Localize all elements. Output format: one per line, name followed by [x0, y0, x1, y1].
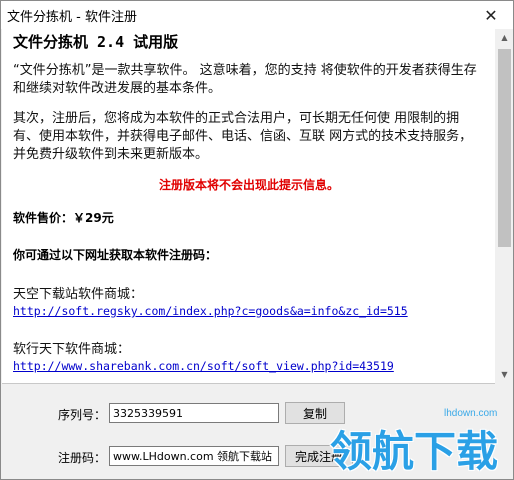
scroll-down-button[interactable]: ▼ — [496, 366, 513, 383]
link-sharebank[interactable]: http://www.sharebank.com.cn/soft/soft_vi… — [13, 359, 485, 373]
title-bar[interactable]: 文件分拣机 - 软件注册 ✕ — [1, 1, 513, 29]
registration-form: 序列号： 3325339591 复制 注册码： www.LHdown.com 领… — [1, 384, 513, 479]
serial-label: 序列号： — [58, 408, 107, 422]
product-heading: 文件分拣机 2.4 试用版 — [13, 33, 179, 51]
window-title: 文件分拣机 - 软件注册 — [7, 10, 137, 25]
info-content: 文件分拣机 2.4 试用版 “文件分拣机”是一款共享软件。 这意味着，您的支持 … — [2, 29, 495, 384]
arrow-down-icon: ▼ — [501, 370, 508, 379]
registration-notice: 注册版本将不会出现此提示信息。 — [158, 178, 339, 192]
close-icon: ✕ — [484, 5, 498, 25]
serial-number-field[interactable]: 3325339591 — [109, 403, 279, 423]
site-label-sharebank: 软行天下软件商城： — [13, 342, 131, 357]
copy-button[interactable]: 复制 — [285, 402, 345, 424]
close-button[interactable]: ✕ — [469, 1, 513, 29]
scrollbar-thumb[interactable] — [498, 49, 511, 247]
registration-code-field[interactable]: www.LHdown.com 领航下载站 — [109, 446, 279, 466]
scroll-up-button[interactable]: ▲ — [496, 29, 513, 46]
link-regsky[interactable]: http://soft.regsky.com/index.php?c=goods… — [13, 304, 485, 318]
purchase-instruction: 你可通过以下网址获取本软件注册码： — [13, 248, 218, 262]
vertical-scrollbar[interactable]: ▲ ▼ — [496, 29, 513, 383]
registration-window: 文件分拣机 - 软件注册 ✕ 文件分拣机 2.4 试用版 “文件分拣机”是一款共… — [0, 0, 514, 480]
finish-registration-button[interactable]: 完成注册 — [285, 445, 353, 467]
intro-paragraph: “文件分拣机”是一款共享软件。 这意味着，您的支持 将使软件的开发者获得生存和继… — [13, 63, 477, 96]
code-label: 注册码： — [58, 451, 107, 465]
price-text: 软件售价：￥29元 — [13, 211, 114, 225]
site-label-regsky: 天空下载站软件商城： — [13, 287, 144, 302]
arrow-up-icon: ▲ — [501, 33, 508, 42]
benefits-paragraph: 其次，注册后，您将成为本软件的正式合法用户，可长期无任何使 用限制的拥有、使用本… — [13, 111, 473, 162]
